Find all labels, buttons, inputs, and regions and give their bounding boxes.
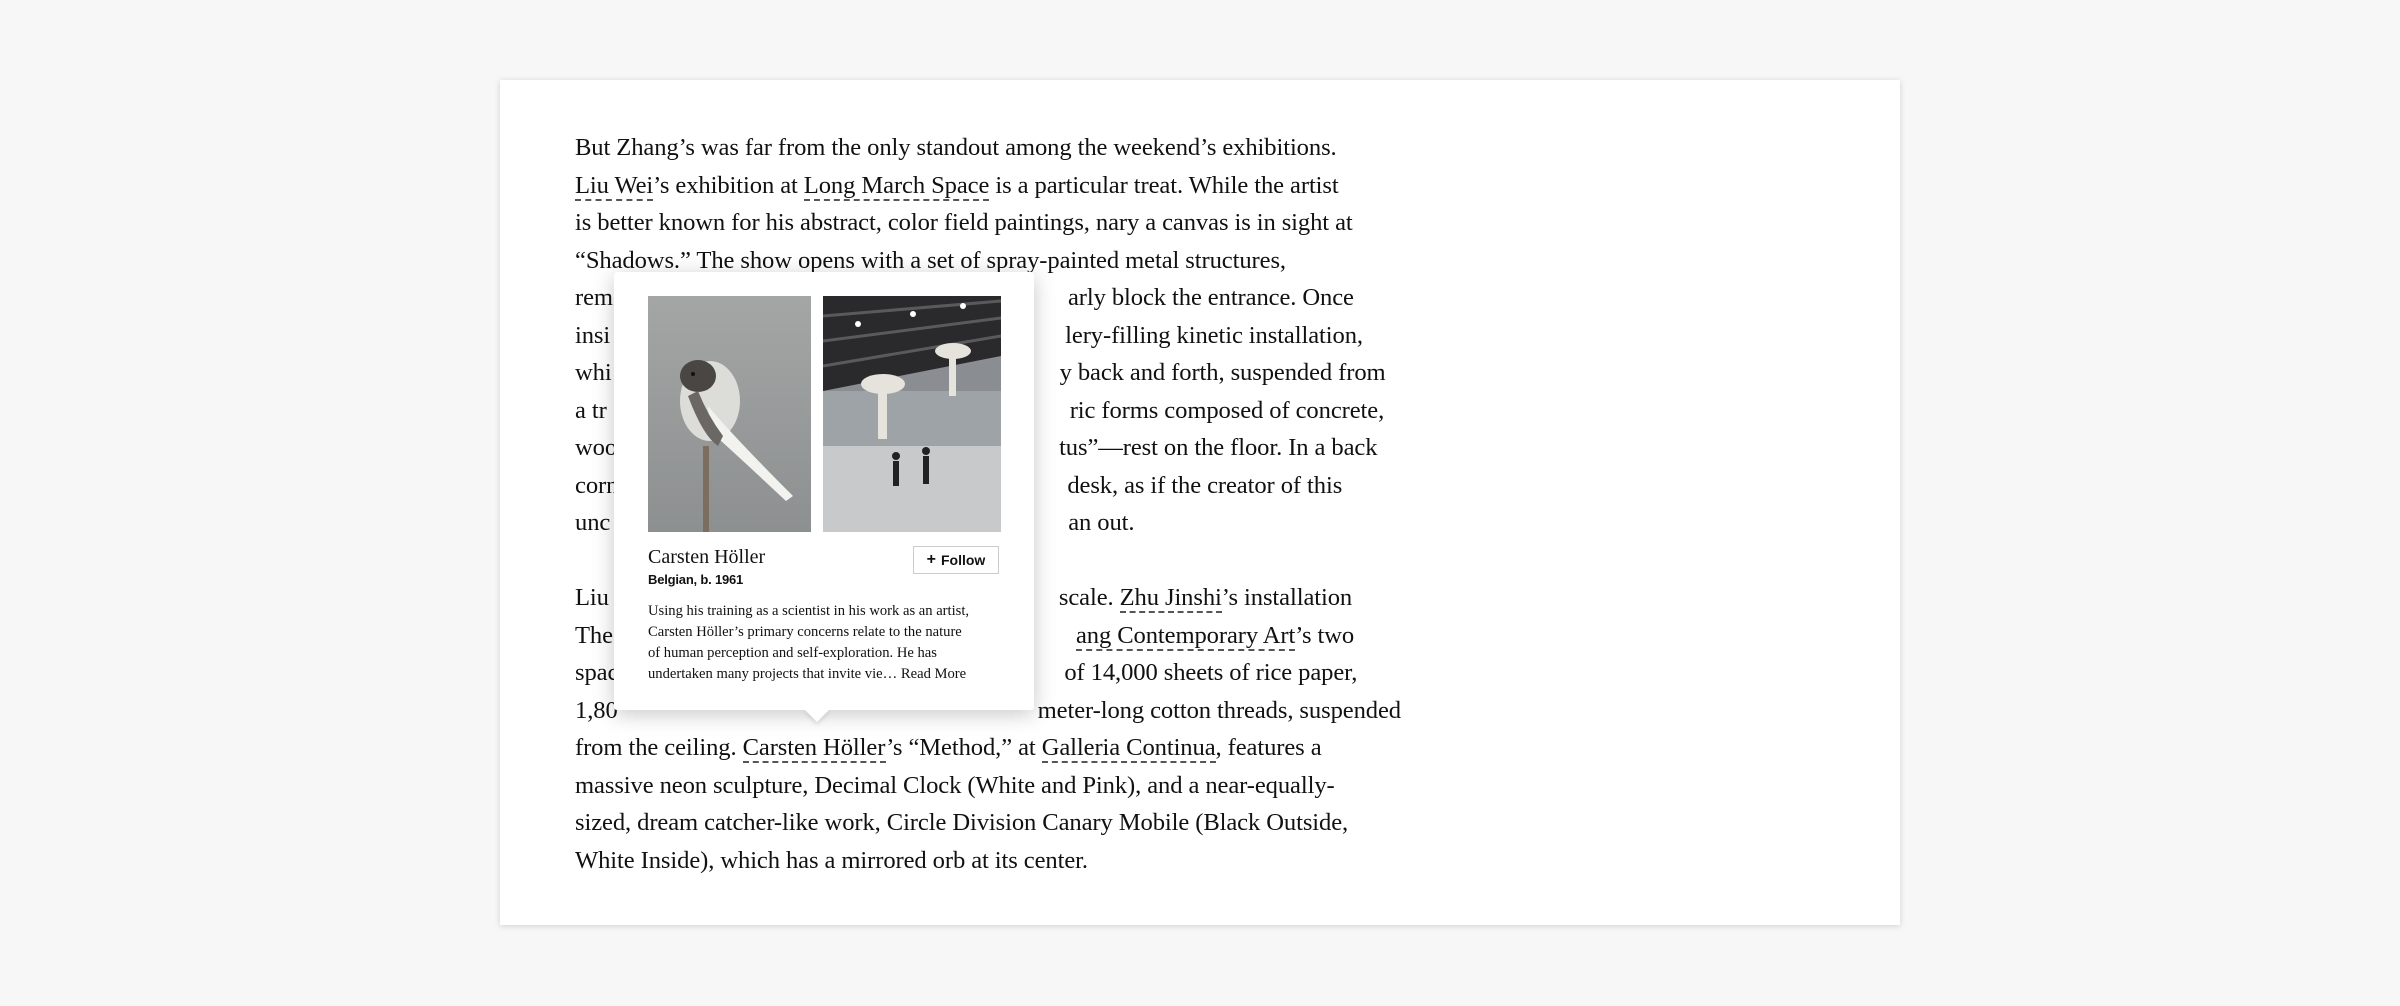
text-line: from the ceiling. Carsten Höller’s “Meth… — [575, 734, 1322, 763]
artist-link-liu-wei[interactable]: Liu Wei — [575, 171, 653, 201]
popover-arrow — [804, 709, 830, 722]
text-line: Liu Wei’s exhibition at Long March Space… — [575, 171, 1339, 201]
follow-button[interactable]: + Follow — [913, 546, 999, 574]
artist-name[interactable]: Carsten Höller — [648, 545, 765, 569]
gallery-link-contemporary-art[interactable]: ang Contemporary Art — [1075, 621, 1295, 651]
gallery-link-long-march-space[interactable]: Long March Space — [803, 171, 989, 201]
text-line: But Zhang’s was far from the only stando… — [575, 134, 1337, 161]
text-line: sized, dream catcher-like work, Circle D… — [575, 809, 1349, 836]
bio-line: Carsten Höller’s primary concerns relate… — [648, 624, 962, 640]
text-line: is better known for his abstract, color … — [575, 209, 1353, 236]
artist-link-zhu-jinshi[interactable]: Zhu Jinshi — [1119, 584, 1222, 613]
installation-image — [823, 296, 1001, 532]
artwork-thumbnail-bird[interactable] — [648, 296, 811, 532]
plus-icon: + — [926, 551, 936, 568]
artist-nationality-birth: Belgian, b. 1961 — [648, 572, 744, 587]
bio-line: undertaken many projects that invite vie… — [648, 666, 967, 682]
artist-popover: Carsten Höller Belgian, b. 1961 + Follow… — [614, 272, 1034, 722]
gallery-link-galleria-continua[interactable]: Galleria Continua — [1041, 734, 1216, 763]
read-more-link[interactable]: Read More — [901, 666, 966, 682]
bird-sculpture-image — [648, 296, 811, 532]
bio-line: of human perception and self-exploration… — [648, 645, 937, 661]
artist-bio: Using his training as a scientist in his… — [648, 601, 1008, 685]
follow-label: Follow — [941, 552, 986, 568]
text-line: massive neon sculpture, Decimal Clock (W… — [575, 771, 1335, 799]
artwork-thumbnail-installation[interactable] — [823, 296, 1001, 532]
text-line: White Inside), which has a mirrored orb … — [575, 846, 1088, 874]
artist-link-carsten-holler[interactable]: Carsten Höller — [742, 734, 886, 763]
bio-line: Using his training as a scientist in his… — [648, 603, 970, 619]
